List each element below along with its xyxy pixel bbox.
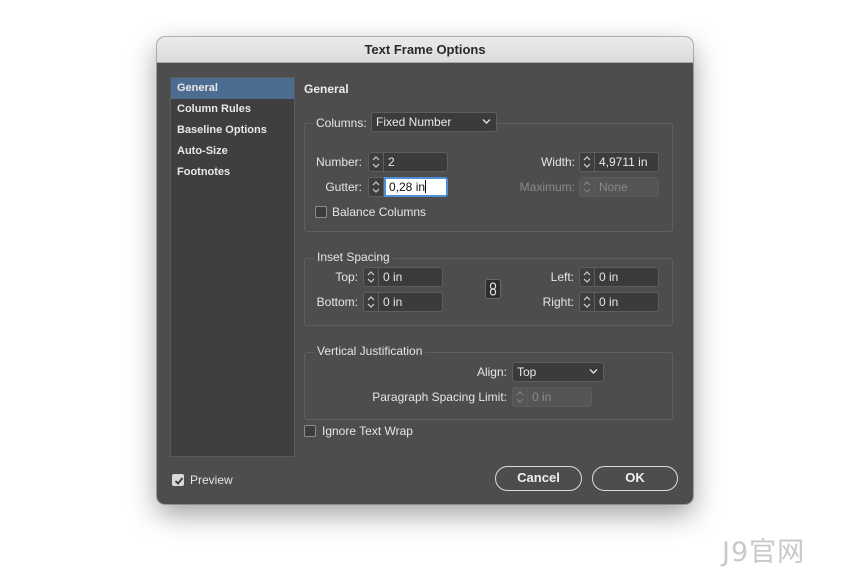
align-select[interactable]: Top — [512, 362, 604, 382]
vertical-justification-group — [304, 352, 673, 420]
inset-bottom-label: Bottom: — [316, 295, 358, 309]
columns-select-value: Fixed Number — [376, 115, 452, 129]
watermark-text: J9官网 — [722, 537, 806, 568]
inset-right-label: Right: — [542, 295, 574, 309]
stepper-arrows-icon[interactable] — [368, 177, 384, 197]
inset-right-stepper[interactable]: 0 in — [579, 292, 659, 312]
preview-label[interactable]: Preview — [190, 473, 233, 487]
vertical-justification-legend: Vertical Justification — [314, 344, 426, 358]
width-label: Width: — [540, 155, 575, 169]
maximum-label: Maximum: — [519, 180, 575, 194]
checkmark-icon — [174, 477, 184, 485]
sidebar-item-general[interactable]: General — [171, 78, 294, 99]
stepper-arrows-icon — [579, 177, 595, 197]
preview-checkbox[interactable] — [172, 474, 184, 486]
gutter-field-text: 0,28 in — [389, 180, 426, 194]
stepper-arrows-icon[interactable] — [368, 152, 384, 172]
chain-link-icon[interactable] — [485, 279, 501, 299]
maximum-field: None — [595, 177, 659, 197]
inset-bottom-stepper[interactable]: 0 in — [363, 292, 443, 312]
width-stepper[interactable]: 4,9711 in — [579, 152, 659, 172]
inset-top-stepper[interactable]: 0 in — [363, 267, 443, 287]
gutter-field[interactable]: 0,28 in — [384, 177, 448, 197]
cancel-button[interactable]: Cancel — [495, 466, 582, 491]
stepper-arrows-icon[interactable] — [363, 292, 379, 312]
ignore-text-wrap-checkbox[interactable] — [304, 425, 316, 437]
stepper-arrows-icon[interactable] — [579, 267, 595, 287]
sidebar-item-footnotes[interactable]: Footnotes — [171, 162, 294, 183]
ignore-text-wrap-label[interactable]: Ignore Text Wrap — [322, 424, 413, 438]
ok-button[interactable]: OK — [592, 466, 678, 491]
chevron-down-icon — [482, 119, 491, 124]
sidebar-item-baseline-options[interactable]: Baseline Options — [171, 120, 294, 141]
inset-bottom-field[interactable]: 0 in — [379, 292, 443, 312]
text-cursor — [425, 180, 427, 193]
columns-legend: Columns: — [314, 112, 372, 134]
balance-columns-checkbox[interactable] — [315, 206, 327, 218]
sidebar: General Column Rules Baseline Options Au… — [170, 77, 295, 457]
balance-columns-label[interactable]: Balance Columns — [332, 205, 426, 219]
section-heading: General — [304, 82, 349, 96]
inset-right-field[interactable]: 0 in — [595, 292, 659, 312]
inset-left-label: Left: — [550, 270, 574, 284]
dialog-title: Text Frame Options — [157, 37, 693, 63]
stepper-arrows-icon[interactable] — [579, 292, 595, 312]
inset-left-stepper[interactable]: 0 in — [579, 267, 659, 287]
align-label: Align: — [476, 365, 507, 379]
gutter-stepper[interactable]: 0,28 in — [368, 177, 448, 197]
inset-spacing-legend: Inset Spacing — [314, 250, 393, 264]
stepper-arrows-icon[interactable] — [363, 267, 379, 287]
inset-left-field[interactable]: 0 in — [595, 267, 659, 287]
number-stepper[interactable]: 2 — [368, 152, 448, 172]
text-frame-options-dialog: Text Frame Options General Column Rules … — [157, 37, 693, 504]
number-field[interactable]: 2 — [384, 152, 448, 172]
inset-top-label: Top: — [335, 270, 358, 284]
sidebar-item-auto-size[interactable]: Auto-Size — [171, 141, 294, 162]
columns-label: Columns: — [316, 116, 367, 130]
paragraph-spacing-limit-stepper: 0 in — [512, 387, 592, 407]
columns-select[interactable]: Fixed Number — [371, 112, 497, 132]
inset-top-field[interactable]: 0 in — [379, 267, 443, 287]
width-field[interactable]: 4,9711 in — [595, 152, 659, 172]
stepper-arrows-icon — [512, 387, 528, 407]
paragraph-spacing-limit-label: Paragraph Spacing Limit: — [372, 390, 507, 404]
maximum-stepper: None — [579, 177, 659, 197]
gutter-label: Gutter: — [325, 180, 362, 194]
align-select-value: Top — [517, 365, 537, 379]
paragraph-spacing-limit-field: 0 in — [528, 387, 592, 407]
number-label: Number: — [315, 155, 362, 169]
sidebar-item-column-rules[interactable]: Column Rules — [171, 99, 294, 120]
stepper-arrows-icon[interactable] — [579, 152, 595, 172]
chevron-down-icon — [589, 369, 598, 374]
